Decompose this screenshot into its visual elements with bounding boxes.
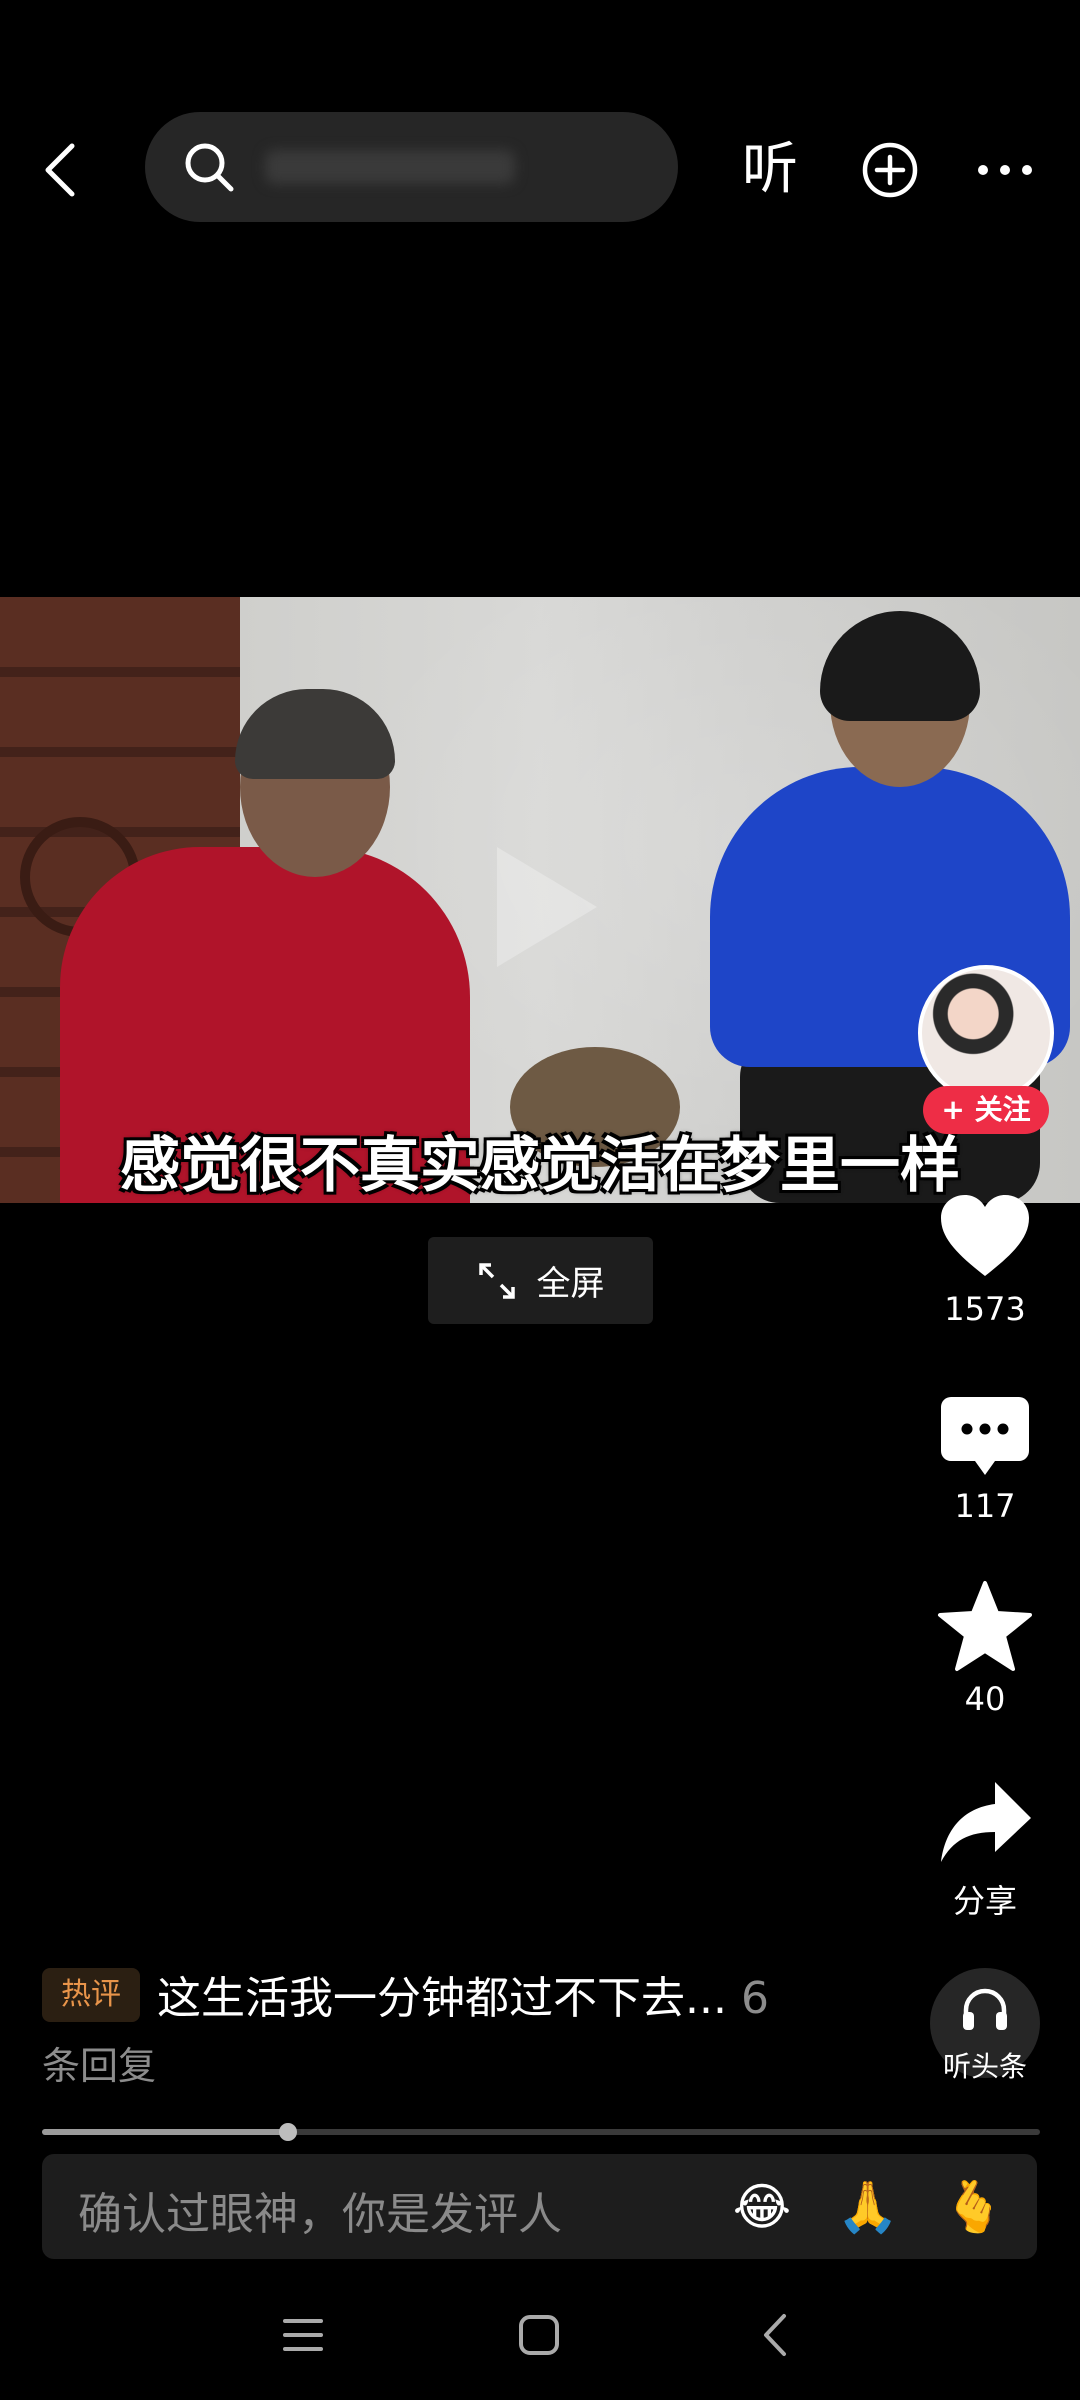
hot-comment-text: 这生活我一分钟都过不下去... [157, 1973, 727, 2024]
share-button[interactable]: 分享 [920, 1778, 1050, 1922]
video-subtitle: 感觉很不真实感觉活在梦里一样 [120, 1131, 960, 1201]
follow-button[interactable]: + 关注 [923, 1086, 1049, 1134]
menu-icon [283, 2319, 323, 2351]
listen-headline-label: 听头条 [942, 2050, 1027, 2083]
expand-icon [478, 1262, 515, 1299]
emoji-heart-hands-icon[interactable]: 🫰 [942, 2175, 1006, 2239]
headphones-icon [963, 1988, 1007, 2030]
recent-apps-button[interactable] [258, 2300, 348, 2370]
fullscreen-label: 全屏 [536, 1264, 605, 1304]
star-icon [938, 1581, 1032, 1671]
emoji-pray-icon[interactable]: 🙏 [836, 2175, 900, 2239]
like-count: 1573 [944, 1290, 1026, 1328]
fullscreen-button[interactable]: 全屏 [428, 1237, 653, 1324]
share-arrow-icon [941, 1782, 1031, 1862]
more-icon [978, 165, 1032, 175]
search-bar[interactable] [145, 112, 678, 222]
more-button[interactable] [965, 130, 1045, 210]
back-nav-icon [764, 2314, 786, 2356]
heart-icon [941, 1195, 1029, 1276]
comment-input-placeholder: 确认过眼神，你是发评人 [78, 2189, 562, 2240]
publish-button[interactable] [850, 130, 930, 210]
video-player[interactable]: 感觉很不真实感觉活在梦里一样 [0, 597, 1080, 1203]
hot-comment-reply-count: 6 [740, 1973, 769, 2024]
search-query-blurred [265, 150, 515, 184]
listen-button[interactable]: 听 [730, 130, 810, 210]
comment-button[interactable]: 117 [920, 1395, 1050, 1525]
comment-count: 117 [954, 1487, 1016, 1525]
play-icon[interactable] [497, 847, 597, 967]
search-icon [185, 143, 234, 192]
video-progress-fill [42, 2129, 288, 2135]
favorite-count: 40 [964, 1680, 1006, 1718]
share-label: 分享 [952, 1882, 1017, 1920]
hot-comment[interactable]: 这生活我一分钟都过不下去... 6 [157, 1962, 769, 2026]
hot-comment-badge: 热评 [42, 1968, 140, 2022]
like-button[interactable]: 1573 [920, 1192, 1050, 1328]
home-icon [519, 2315, 559, 2355]
back-icon [45, 143, 75, 197]
hot-comment-reply-label[interactable]: 条回复 [42, 2035, 156, 2090]
emoji-laughing-icon[interactable]: 😂 [730, 2175, 794, 2239]
author-avatar[interactable] [918, 965, 1054, 1101]
add-circle-icon [862, 142, 918, 198]
favorite-button[interactable]: 40 [920, 1580, 1050, 1718]
system-back-button[interactable] [730, 2300, 820, 2370]
video-progress-thumb[interactable] [279, 2123, 297, 2141]
home-button[interactable] [494, 2300, 584, 2370]
back-button[interactable] [30, 130, 90, 210]
comment-icon [941, 1397, 1029, 1475]
